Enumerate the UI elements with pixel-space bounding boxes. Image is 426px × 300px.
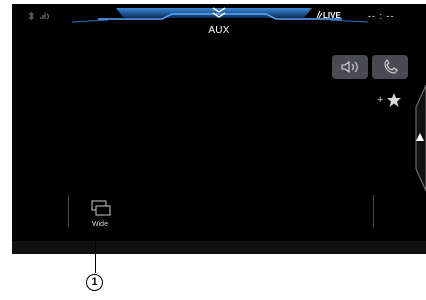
screen-mode-icon [91, 200, 111, 216]
callout-number: 1 [86, 274, 103, 291]
chevron-up-icon [416, 133, 424, 141]
plus-icon: + [377, 94, 384, 106]
live-label: LIVE [323, 11, 341, 20]
volume-button[interactable] [332, 55, 368, 79]
bottom-divider-right [373, 195, 374, 227]
phone-button[interactable] [372, 55, 408, 79]
add-favorite-button[interactable]: + [377, 91, 405, 111]
bottom-divider-left [68, 195, 69, 227]
phone-icon [384, 59, 398, 74]
speaker-volume-icon [341, 60, 358, 74]
star-icon [387, 93, 401, 107]
head-unit-screen: AUX LIVE -- : -- + Wide [12, 4, 426, 254]
clock: -- : -- [368, 11, 395, 21]
phone-signal-icon [39, 11, 51, 23]
source-title: AUX [208, 25, 230, 36]
chevron-down-icon[interactable] [210, 5, 228, 21]
wide-label: Wide [92, 221, 108, 228]
bottom-bar [12, 241, 426, 254]
top-bar: AUX LIVE -- : -- [12, 4, 426, 40]
side-panel-toggle[interactable] [410, 84, 426, 192]
bluetooth-icon [26, 11, 36, 23]
status-icons [26, 11, 51, 23]
callout-line [95, 230, 96, 273]
wide-mode-button[interactable]: Wide [84, 197, 116, 233]
